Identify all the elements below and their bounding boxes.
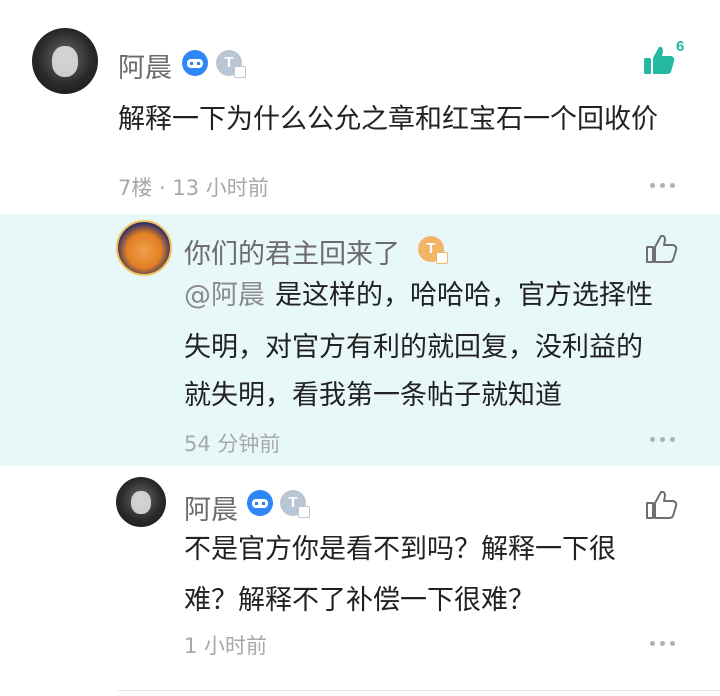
level-t-badge-icon: T [418,236,448,264]
avatar[interactable] [116,220,172,276]
floor-meta: 7楼 · 13 小时前 [118,176,269,200]
avatar[interactable] [32,28,98,94]
reply-text: 难？解释不了补偿一下很难？ [184,585,535,616]
author-name[interactable]: 阿晨 [184,488,238,527]
thumbs-up-icon[interactable] [644,488,678,522]
game-controller-badge-icon [182,50,208,76]
thumbs-up-icon[interactable] [644,232,678,266]
reply-time: 54 分钟前 [184,432,281,456]
author-name[interactable]: 你们的君主回来了 [184,232,400,271]
thumbs-up-icon[interactable] [642,44,676,78]
level-t-badge-icon: T [280,490,310,518]
like-count: 6 [676,38,685,55]
reply-text: @阿晨 是这样的，哈哈哈，官方选择性 [184,280,653,311]
level-t-badge-icon: T [216,50,246,78]
author-name[interactable]: 阿晨 [118,46,172,85]
game-controller-badge-icon [247,490,273,516]
reply-text: 失明，对官方有利的就回复，没利益的 [184,332,643,363]
more-dots-icon[interactable] [650,437,676,443]
reply-time: 1 小时前 [184,634,268,658]
avatar[interactable] [116,477,166,527]
reply-text: 不是官方你是看不到吗？解释一下很 [184,534,616,565]
divider [118,690,720,691]
more-dots-icon[interactable] [650,641,676,647]
comment-text: 解释一下为什么公允之章和红宝石一个回收价 [118,104,658,135]
more-dots-icon[interactable] [650,183,676,189]
reply-text: 就失明，看我第一条帖子就知道 [184,380,562,411]
mention-link[interactable]: @阿晨 [184,280,265,311]
